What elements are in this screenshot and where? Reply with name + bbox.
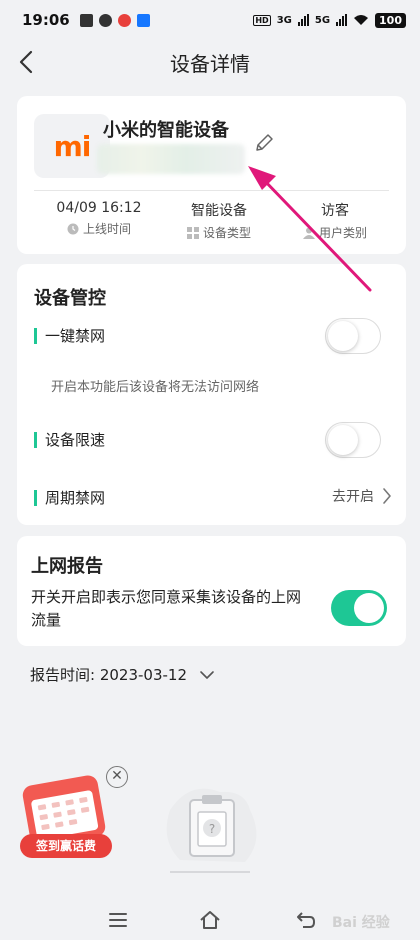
- 3g-label: 3G: [276, 14, 292, 26]
- stat-device-type: 智能设备 设备类型: [159, 200, 279, 241]
- status-time: 19:06: [22, 11, 70, 29]
- status-bar: 19:06 HD 3G 5G 100: [0, 0, 420, 40]
- hd-indicator: HD: [253, 14, 271, 26]
- online-time-label-row: 上线时间: [39, 220, 159, 237]
- toggle-knob: [328, 425, 358, 455]
- checkin-promo-badge[interactable]: 签到赢话费: [14, 770, 118, 866]
- report-toggle[interactable]: [331, 590, 387, 626]
- speed-limit-toggle[interactable]: [325, 422, 381, 458]
- battery-indicator: 100: [375, 12, 406, 28]
- 5g-label: 5G: [314, 14, 331, 26]
- signal-icon-2: [336, 14, 348, 26]
- toggle-knob: [354, 593, 384, 623]
- status-right: HD 3G 5G 100: [253, 12, 406, 28]
- report-consent-text: 开关开启即表示您同意采集该设备的上网流量: [31, 588, 302, 629]
- mi-logo-text: mi: [53, 129, 92, 163]
- device-type-value: 智能设备: [191, 203, 247, 219]
- block-internet-label: 一键禁网: [34, 328, 105, 344]
- edit-name-button[interactable]: [253, 132, 275, 154]
- divider: [34, 190, 389, 191]
- wifi-icon: [354, 15, 369, 25]
- periodic-block-label: 周期禁网: [34, 490, 105, 506]
- device-control-card: 设备管控 一键禁网 开启本功能后该设备将无法访问网络 设备限速 周期禁网 去开启: [17, 264, 406, 525]
- empty-state-illustration: ?: [166, 788, 257, 873]
- back-nav-icon[interactable]: [294, 908, 318, 932]
- stat-user-type: 访客 用户类别: [275, 200, 395, 241]
- stat-online-time: 04/09 16:12 上线时间: [39, 200, 159, 237]
- report-section-title: 上网报告: [31, 556, 103, 577]
- device-type-label-row: 设备类型: [159, 224, 279, 241]
- page-header: 设备详情: [0, 40, 420, 84]
- chevron-down-icon: [200, 670, 214, 679]
- promo-label: 签到赢话费: [20, 834, 112, 858]
- watermark-text: Bai 经验: [332, 915, 390, 931]
- grid-icon: [186, 226, 199, 239]
- block-internet-toggle[interactable]: [325, 318, 381, 354]
- user-type-label: 用户类别: [318, 226, 367, 240]
- periodic-block-action-text: 去开启: [332, 489, 374, 505]
- device-type-label: 设备类型: [202, 226, 251, 240]
- user-type-value: 访客: [321, 203, 349, 219]
- device-name: 小米的智能设备: [103, 120, 229, 141]
- signal-icon-1: [297, 14, 309, 26]
- promo-close-button[interactable]: ✕: [106, 766, 128, 788]
- toggle-knob: [328, 321, 358, 351]
- user-icon: [302, 227, 315, 239]
- block-internet-hint: 开启本功能后该设备将无法访问网络: [51, 380, 260, 395]
- svg-text:?: ?: [209, 822, 215, 836]
- online-time-value: 04/09 16:12: [56, 200, 142, 216]
- menu-icon[interactable]: [106, 908, 130, 932]
- device-address-redacted: [97, 144, 245, 174]
- status-left: 19:06: [22, 11, 150, 29]
- speed-limit-label: 设备限速: [34, 432, 105, 448]
- online-time-label: 上线时间: [82, 222, 131, 236]
- clipboard-notification-icon: [79, 13, 93, 27]
- internet-report-card: 上网报告 开关开启即表示您同意采集该设备的上网流量: [17, 536, 406, 646]
- home-icon[interactable]: [198, 908, 222, 932]
- periodic-block-action[interactable]: 去开启: [332, 486, 392, 506]
- clock-icon: [67, 223, 79, 234]
- alipay-notification-icon: [136, 13, 150, 27]
- weibo-notification-icon: [117, 13, 131, 27]
- calendar-grid: [30, 789, 99, 841]
- report-time-selector[interactable]: 报告时间: 2023-03-12: [30, 664, 215, 685]
- control-section-title: 设备管控: [34, 288, 106, 309]
- device-info-card: mi 小米的智能设备 04/09 16:12 上线时间 智能设备 设备类型 访客…: [17, 96, 406, 254]
- page-title: 设备详情: [170, 52, 250, 76]
- report-time-label: 报告时间: 2023-03-12: [30, 666, 187, 684]
- user-type-label-row: 用户类别: [275, 224, 395, 241]
- chevron-right-icon: [383, 488, 391, 504]
- message-notification-icon: [98, 13, 112, 27]
